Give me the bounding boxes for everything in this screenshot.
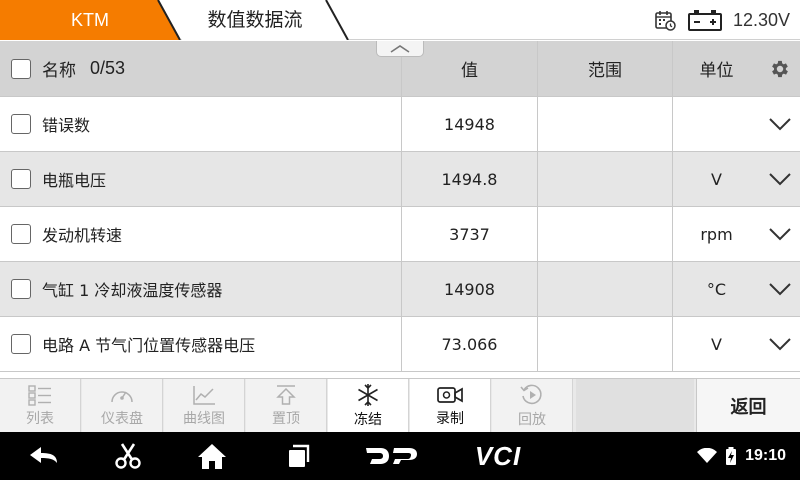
battery-voltage: 12.30V: [732, 9, 790, 30]
system-nav-bar: VCI 19:10: [0, 432, 800, 480]
toolbar-spacer: [576, 379, 694, 433]
dp-logo-icon: [366, 448, 417, 464]
table-row[interactable]: 错误数 14948: [0, 97, 800, 152]
bottom-toolbar: 列表 仪表盘 曲线图 置顶 冻结 录制 回放 返回: [0, 378, 800, 433]
row-name: 发动机转速: [42, 226, 123, 245]
row-range: [537, 152, 672, 206]
battery-charging-icon: [726, 447, 737, 465]
replay-icon: [520, 384, 542, 405]
row-range: [537, 262, 672, 316]
snowflake-icon: [358, 384, 378, 406]
chevron-down-icon: [769, 338, 791, 351]
row-expand-button[interactable]: [760, 152, 800, 206]
system-status: 19:10: [697, 432, 786, 480]
row-expand-button[interactable]: [760, 317, 800, 371]
chevron-down-icon: [769, 283, 791, 296]
table-row[interactable]: 气缸 1 冷却液温度传感器 14908 °C: [0, 262, 800, 317]
list-label: 列表: [26, 411, 54, 427]
row-expand-button[interactable]: [760, 207, 800, 261]
gauge-label: 仪表盘: [101, 411, 143, 427]
table-row[interactable]: 发动机转速 3737 rpm: [0, 207, 800, 262]
header-name: 名称 0/53: [0, 41, 401, 96]
brand-tab-label: KTM: [71, 10, 109, 30]
row-name: 电路 A 节气门位置传感器电压: [42, 336, 256, 355]
chevron-down-icon: [769, 173, 791, 186]
chevron-down-icon: [769, 118, 791, 131]
status-area: 12.30V: [653, 0, 790, 40]
row-value: 73.066: [401, 317, 537, 371]
header-name-label: 名称: [42, 61, 76, 81]
freeze-button[interactable]: 冻结: [328, 379, 409, 433]
vci-button[interactable]: VCI: [468, 432, 528, 480]
wifi-icon: [697, 448, 718, 463]
row-value: 3737: [401, 207, 537, 261]
back-arrow-icon: [30, 447, 57, 463]
row-expand-button[interactable]: [760, 262, 800, 316]
home-icon: [198, 444, 226, 469]
row-value: 14908: [401, 262, 537, 316]
row-unit: °C: [672, 262, 760, 316]
row-range: [537, 317, 672, 371]
pin-top-label: 置顶: [272, 411, 300, 427]
recent-apps-icon: [289, 444, 310, 467]
row-range: [537, 207, 672, 261]
chevron-down-icon: [769, 228, 791, 241]
gauge-icon: [111, 391, 133, 403]
top-bar: KTM 数值数据流 12.30V: [0, 0, 800, 40]
video-record-icon: [437, 387, 463, 403]
pin-top-button[interactable]: 置顶: [246, 379, 327, 433]
gauge-button[interactable]: 仪表盘: [82, 379, 163, 433]
row-value: 14948: [401, 97, 537, 151]
scissors-icon: [115, 443, 141, 469]
header-unit: 单位: [672, 41, 760, 96]
line-graph-icon: [193, 386, 215, 405]
row-unit: V: [672, 152, 760, 206]
nav-back-button[interactable]: [22, 432, 66, 480]
freeze-label: 冻结: [354, 412, 382, 428]
nav-recents-button[interactable]: [276, 432, 320, 480]
pin-top-icon: [276, 385, 296, 405]
collapse-handle[interactable]: [376, 41, 424, 57]
nav-cut-button[interactable]: [106, 432, 150, 480]
playback-label: 回放: [518, 412, 546, 428]
graph-label: 曲线图: [183, 411, 225, 427]
clock-time: 19:10: [745, 447, 786, 464]
chevron-up-icon: [390, 44, 410, 53]
row-expand-button[interactable]: [760, 97, 800, 151]
data-stream-table: 名称 0/53 值 范围 单位 错误数 14948 电瓶电压 1494.8 V: [0, 41, 800, 374]
list-button[interactable]: 列表: [0, 379, 81, 433]
row-unit: rpm: [672, 207, 760, 261]
row-range: [537, 97, 672, 151]
playback-button[interactable]: 回放: [492, 379, 573, 433]
header-range: 范围: [537, 41, 672, 96]
graph-button[interactable]: 曲线图: [164, 379, 245, 433]
nav-home-button[interactable]: [190, 432, 234, 480]
table-row[interactable]: 电瓶电压 1494.8 V: [0, 152, 800, 207]
row-name: 错误数: [42, 116, 91, 135]
row-name: 气缸 1 冷却液温度传感器: [42, 281, 223, 300]
page-tab-label: 数值数据流: [207, 9, 303, 31]
record-button[interactable]: 录制: [410, 379, 491, 433]
record-label: 录制: [436, 411, 464, 427]
table-row[interactable]: 电路 A 节气门位置传感器电压 73.066 V: [0, 317, 800, 372]
gear-icon: [772, 60, 788, 77]
row-unit: V: [672, 317, 760, 371]
list-icon: [28, 385, 51, 406]
vci-label: VCI: [474, 440, 522, 471]
selected-count: 0/53: [90, 58, 126, 78]
calendar-clock-icon: [655, 11, 676, 31]
row-value: 1494.8: [401, 152, 537, 206]
settings-button[interactable]: [760, 41, 800, 96]
row-name: 电瓶电压: [42, 171, 107, 190]
back-button[interactable]: 返回: [696, 379, 800, 433]
battery-icon: [687, 10, 722, 31]
row-unit: [672, 97, 760, 151]
dp-app-button[interactable]: [362, 432, 422, 480]
